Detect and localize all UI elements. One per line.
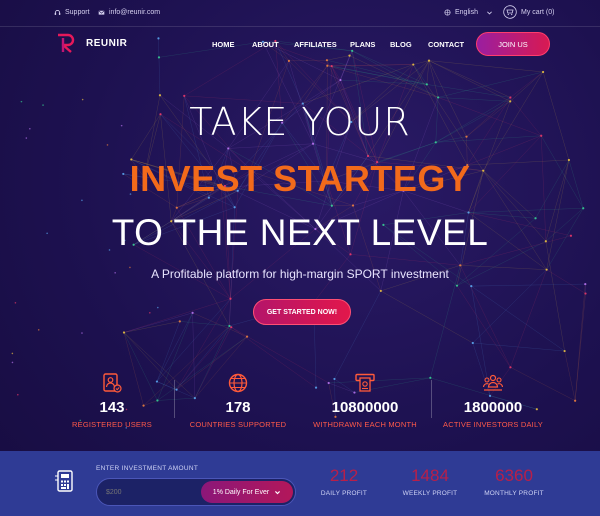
- withdraw-icon: [355, 373, 375, 392]
- profit-label: DAILY PROFIT: [320, 490, 368, 497]
- reunir-logo-icon: [58, 33, 75, 53]
- globe-icon: [228, 373, 248, 393]
- stat-label: WITHDRAWN EACH MONTH: [313, 420, 417, 429]
- language-selector[interactable]: English: [444, 9, 493, 16]
- nav-contact[interactable]: CONTACT: [428, 40, 464, 49]
- plan-select-value: 1% Daily For Ever: [212, 488, 270, 496]
- support-label: Support: [65, 9, 90, 16]
- stat-registered-users: 143 REGISTERED USERS: [42, 372, 182, 429]
- hero-line-1: TAKE YOUR: [0, 100, 600, 144]
- language-globe-icon: [444, 9, 451, 16]
- hero-line-1-text: TAKE YOUR: [189, 100, 411, 144]
- stat-countries: 178 COUNTRIES SUPPORTED: [168, 372, 308, 429]
- stat-value: 143: [99, 399, 125, 416]
- nav-blog[interactable]: BLOG: [390, 40, 412, 49]
- chevron-down-icon: [487, 11, 492, 15]
- join-us-button[interactable]: JOIN US: [476, 32, 550, 56]
- nav-about[interactable]: ABOUT: [252, 40, 279, 49]
- monthly-profit: 6360 MONTHLY PROFIT: [474, 466, 554, 497]
- stat-withdrawn: 10800000 WITHDRAWN EACH MONTH: [295, 372, 435, 429]
- headset-icon: [54, 9, 61, 15]
- logo[interactable]: REUNIR: [56, 33, 127, 53]
- investors-icon: [482, 374, 504, 391]
- top-divider: [0, 26, 600, 27]
- stat-label: COUNTRIES SUPPORTED: [189, 420, 287, 429]
- support-link[interactable]: Support: [54, 9, 90, 16]
- enter-amount-label: ENTER INVESTMENT AMOUNT: [96, 465, 199, 472]
- chevron-down-icon: [275, 490, 281, 494]
- envelope-icon: [98, 10, 105, 15]
- profit-value: 6360: [495, 466, 533, 485]
- page: Support info@reunir.com English My cart …: [0, 0, 600, 516]
- nav-home[interactable]: HOME: [212, 40, 235, 49]
- cart-icon: [503, 5, 517, 19]
- email-text: info@reunir.com: [109, 9, 161, 16]
- registered-users-icon: [103, 373, 122, 393]
- hero-line-3: TO THE NEXT LEVEL: [111, 212, 489, 253]
- profit-label: MONTHLY PROFIT: [484, 490, 544, 497]
- stat-value: 1800000: [463, 399, 523, 416]
- stat-investors: 1800000 ACTIVE INVESTORS DAILY: [423, 372, 563, 429]
- hero-line-2: INVEST STARTEGY: [129, 158, 471, 199]
- cart-label: My cart (0): [521, 8, 555, 16]
- nav-plans[interactable]: PLANS: [350, 40, 375, 49]
- stat-value: 10800000: [331, 399, 399, 416]
- stat-label: ACTIVE INVESTORS DAILY: [443, 420, 543, 429]
- calculator-icon: [55, 470, 73, 492]
- email-link[interactable]: info@reunir.com: [98, 9, 160, 16]
- get-started-button[interactable]: GET STARTED NOW!: [253, 299, 351, 325]
- language-label: English: [455, 9, 478, 16]
- profit-value: 212: [329, 466, 359, 485]
- investment-amount-input[interactable]: [106, 486, 196, 498]
- weekly-profit: 1484 WEEKLY PROFIT: [390, 466, 470, 497]
- profit-value: 1484: [411, 466, 449, 485]
- top-bar: Support info@reunir.com English My cart …: [0, 0, 600, 26]
- stat-value: 178: [225, 399, 251, 416]
- cart-link[interactable]: My cart (0): [503, 5, 554, 19]
- hero-subtitle: A Profitable platform for high-margin SP…: [151, 267, 449, 281]
- stat-label: REGISTERED USERS: [72, 420, 152, 429]
- profit-label: WEEKLY PROFIT: [402, 490, 458, 497]
- plan-select[interactable]: 1% Daily For Ever: [201, 481, 293, 503]
- nav-affiliates[interactable]: AFFILIATES: [294, 40, 337, 49]
- brand-name: REUNIR: [86, 37, 128, 49]
- daily-profit: 212 DAILY PROFIT: [304, 466, 384, 497]
